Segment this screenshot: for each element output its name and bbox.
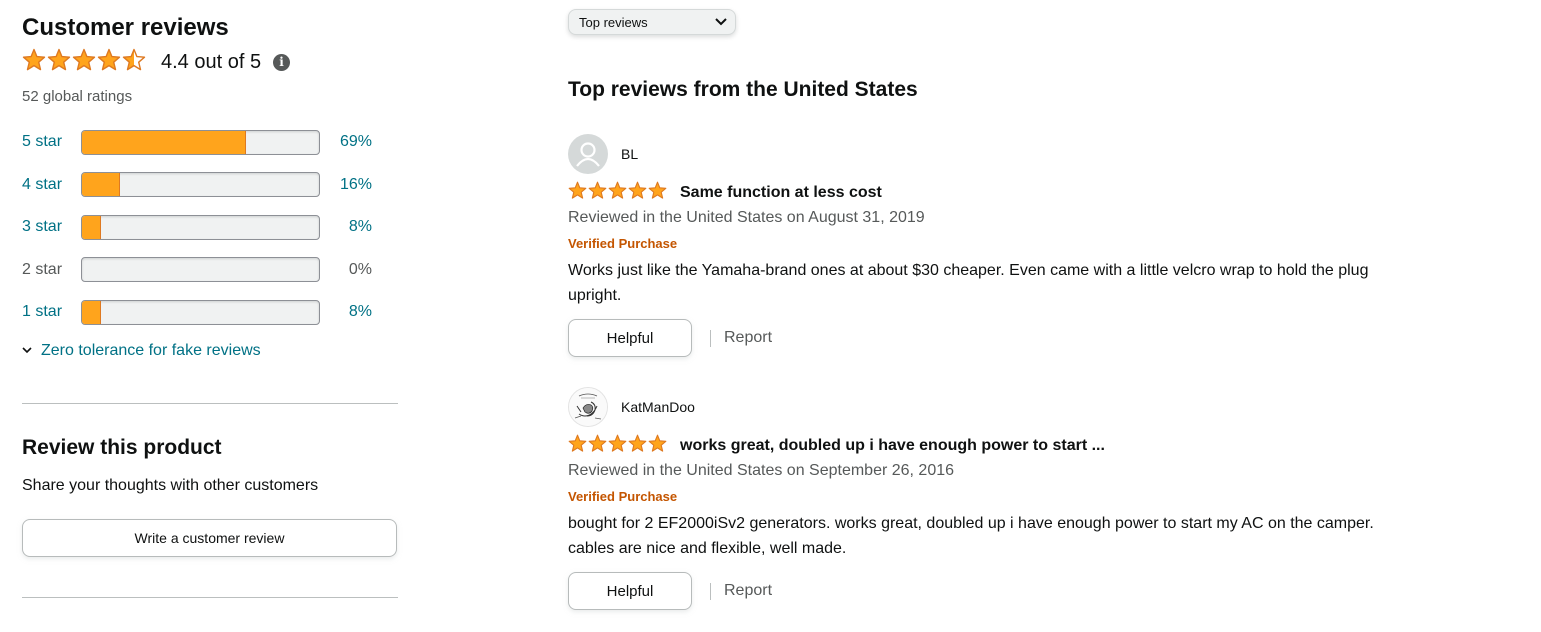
star-icon [608,181,627,205]
review-actions: Helpful Report [568,572,1428,610]
star-icon [648,434,667,458]
default-avatar-icon [569,135,607,173]
review-product-heading: Review this product [22,436,222,459]
write-review-button[interactable]: Write a customer review [22,519,397,557]
histogram-row[interactable]: 1 star 8% [22,291,398,334]
review-item: KatManDoo works great, doubled up i have… [568,387,1428,610]
histogram-star-label[interactable]: 1 star [22,303,81,321]
star-icon [97,48,121,77]
info-icon[interactable]: i [273,53,291,71]
review-date: Reviewed in the United States on August … [568,209,925,226]
histogram-star-label: 2 star [22,260,63,278]
review-date: Reviewed in the United States on Septemb… [568,462,955,479]
average-rating-row: 4.4 out of 5 i [22,48,398,76]
histogram-bar[interactable] [81,172,320,198]
reviews-heading: Top reviews from the United States [568,78,918,101]
histogram-star-label[interactable]: 4 star [22,176,81,194]
global-ratings-count: 52 global ratings [22,88,133,105]
histogram-row[interactable]: 3 star 8% [22,206,398,249]
review-title-row: works great, doubled up i have enough po… [568,433,1428,459]
star-icon [22,48,46,77]
review-title[interactable]: Same function at less cost [680,184,882,202]
histogram-percent: 0% [348,260,372,278]
star-icon [608,434,627,458]
review-star-rating[interactable] [568,434,668,458]
histogram-percent[interactable]: 16% [320,176,372,194]
verified-purchase-badge: Verified Purchase [568,236,678,251]
chevron-down-icon [715,18,727,26]
star-icon [628,181,647,205]
review-title-row: Same function at less cost [568,180,1428,206]
star-icon [648,181,667,205]
fake-reviews-expander[interactable]: Zero tolerance for fake reviews [22,342,398,360]
histogram-bar-fill [82,300,101,324]
histogram-star-label[interactable]: 5 star [22,133,81,151]
review-body: bought for 2 EF2000iSv2 generators. work… [568,515,1374,557]
divider [710,582,711,600]
sort-selected-value: Top reviews [579,14,648,30]
review-star-rating[interactable] [568,181,668,205]
average-rating-text: 4.4 out of 5 [161,50,262,73]
average-star-rating[interactable] [22,48,147,77]
histogram-bar[interactable] [81,129,320,155]
review-item: BL Same function at less cost Reviewed i… [568,134,1428,357]
rating-histogram: 5 star 69% 4 star 16% 3 star 8% 2 star 0% 1 star… [22,121,398,334]
reviewer-profile[interactable]: KatManDoo [568,387,1428,427]
star-icon [588,181,607,205]
helpful-button[interactable]: Helpful [568,572,692,610]
ratings-summary: Customer reviews 4.4 out of 5 i 52 globa… [22,14,398,360]
review-title[interactable]: works great, doubled up i have enough po… [680,437,1105,455]
verified-purchase-badge: Verified Purchase [568,489,678,504]
star-icon [122,48,146,77]
sort-dropdown[interactable]: Top reviews [568,9,736,35]
histogram-percent[interactable]: 8% [320,303,372,321]
histogram-star-label[interactable]: 3 star [22,218,81,236]
divider [710,329,711,347]
divider [22,597,398,598]
reviewer-profile[interactable]: BL [568,134,1428,174]
avatar [568,134,608,174]
histogram-bar-fill [82,215,101,239]
avatar [568,387,608,427]
histogram-bar[interactable] [81,299,320,325]
histogram-row: 2 star 0% [22,249,398,292]
star-icon [72,48,96,77]
histogram-row[interactable]: 5 star 69% [22,121,398,164]
report-link[interactable]: Report [724,329,772,347]
review-body: Works just like the Yamaha-brand ones at… [568,262,1369,304]
reviewer-name[interactable]: KatManDoo [621,399,695,415]
star-icon [588,434,607,458]
report-link[interactable]: Report [724,582,772,600]
helpful-button[interactable]: Helpful [568,319,692,357]
reviewer-name[interactable]: BL [621,146,638,162]
histogram-bar-fill [82,130,246,154]
histogram-row[interactable]: 4 star 16% [22,164,398,207]
customer-reviews-heading: Customer reviews [22,14,229,41]
histogram-bar-fill [82,173,120,197]
fake-reviews-link[interactable]: Zero tolerance for fake reviews [41,342,261,360]
histogram-percent[interactable]: 69% [320,133,372,151]
histogram-bar [81,257,320,283]
review-product-subtitle: Share your thoughts with other customers [22,477,319,494]
histogram-bar[interactable] [81,214,320,240]
star-icon [568,434,587,458]
review-actions: Helpful Report [568,319,1428,357]
chevron-down-icon [22,346,32,353]
star-icon [47,48,71,77]
star-icon [628,434,647,458]
profile-picture-icon [569,388,607,426]
star-icon [568,181,587,205]
divider [22,403,398,404]
histogram-percent[interactable]: 8% [320,218,372,236]
